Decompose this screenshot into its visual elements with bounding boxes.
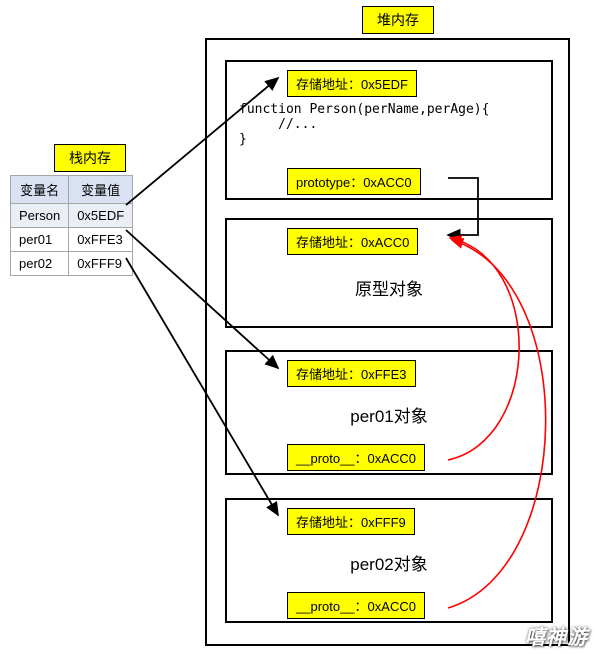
stack-title: 栈内存 (54, 144, 126, 172)
stack-header-name: 变量名 (11, 176, 69, 204)
per01-addr-label: 存储地址：0xFFE3 (287, 360, 416, 387)
person-function-box: 存储地址：0x5EDF function Person(perName,perA… (225, 60, 553, 200)
stack-header-value: 变量值 (69, 176, 133, 204)
watermark: 嘻神游 (525, 621, 588, 650)
heap-container: 存储地址：0x5EDF function Person(perName,perA… (205, 38, 570, 646)
per01-object-box: 存储地址：0xFFE3 per01对象 __proto__：0xACC0 (225, 350, 553, 475)
person-code: function Person(perName,perAge){ //... } (239, 102, 489, 147)
table-row: Person 0x5EDF (11, 204, 133, 228)
heap-title: 堆内存 (362, 6, 434, 34)
per01-label: per01对象 (227, 402, 551, 427)
table-row: per02 0xFFF9 (11, 252, 133, 276)
prototype-object-box: 存储地址：0xACC0 原型对象 (225, 218, 553, 328)
proto-obj-label: 原型对象 (227, 275, 551, 300)
per02-proto-label: __proto__：0xACC0 (287, 592, 425, 619)
table-row: per01 0xFFE3 (11, 228, 133, 252)
per01-proto-label: __proto__：0xACC0 (287, 444, 425, 471)
person-prototype-label: prototype：0xACC0 (287, 168, 421, 195)
proto-addr-label: 存储地址：0xACC0 (287, 228, 418, 255)
per02-label: per02对象 (227, 550, 551, 575)
per02-object-box: 存储地址：0xFFF9 per02对象 __proto__：0xACC0 (225, 498, 553, 623)
person-addr-label: 存储地址：0x5EDF (287, 70, 417, 97)
per02-addr-label: 存储地址：0xFFF9 (287, 508, 415, 535)
stack-table: 变量名 变量值 Person 0x5EDF per01 0xFFE3 per02… (10, 175, 133, 276)
